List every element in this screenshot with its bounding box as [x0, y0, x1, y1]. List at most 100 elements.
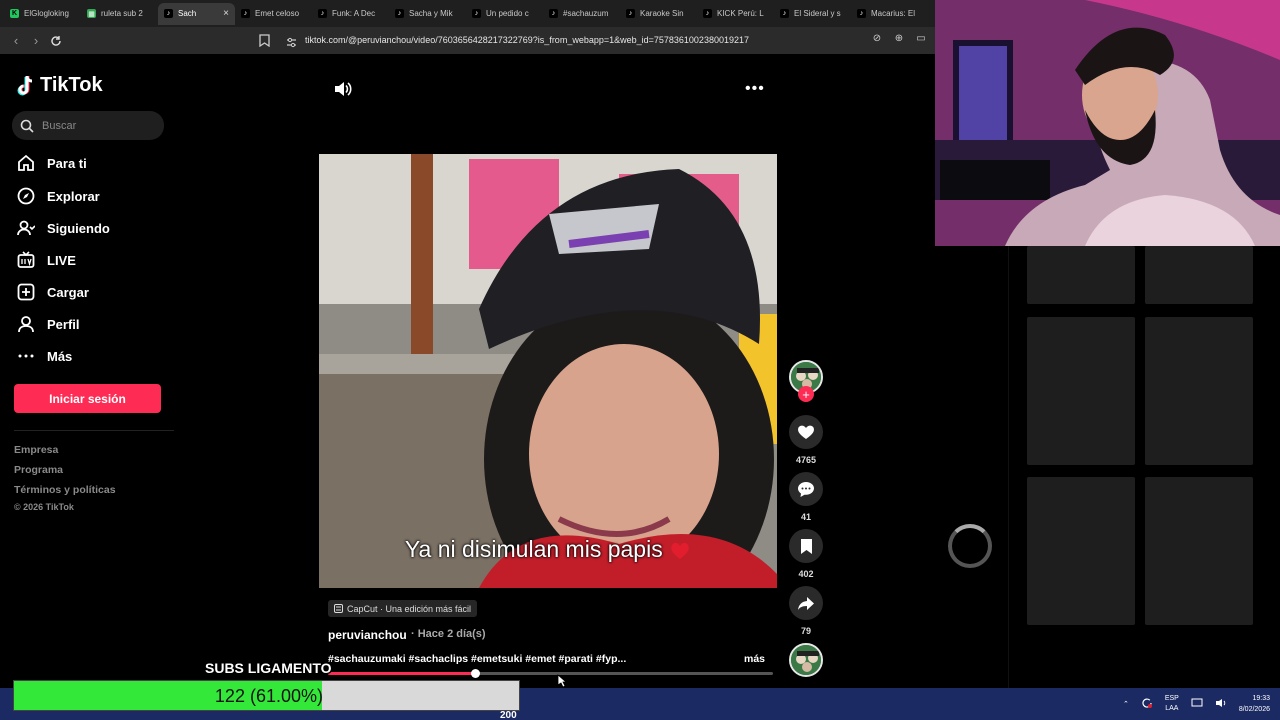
video-player[interactable]: Ya ni disimulan mis papis — [319, 154, 777, 588]
tab-label: Funk: A Dec — [332, 9, 376, 18]
browser-tab[interactable]: ♪ Un pedido c — [466, 3, 543, 25]
like-button[interactable] — [789, 415, 823, 449]
url-field[interactable]: tiktok.com/@peruvianchou/video/760365642… — [305, 35, 749, 45]
sheets-favicon-icon: ▦ — [87, 9, 96, 18]
tab-label: ElGlogloking — [24, 9, 69, 18]
webcam-overlay — [935, 0, 1280, 246]
lang-code: ESP — [1164, 695, 1179, 702]
reload-icon[interactable] — [46, 31, 66, 51]
video-thumbnail[interactable] — [1027, 317, 1135, 465]
video-thumbnail[interactable] — [1145, 246, 1253, 304]
more-description-link[interactable]: más — [744, 653, 765, 665]
progress-knob[interactable] — [470, 669, 480, 678]
volume-icon[interactable] — [334, 81, 352, 102]
capcut-badge[interactable]: CapCut · Una edición más fácil — [328, 600, 478, 617]
kick-favicon-icon: K — [10, 9, 19, 18]
chevron-up-icon[interactable]: ⌃ — [1123, 700, 1129, 708]
footer-link-company[interactable]: Empresa — [14, 444, 58, 456]
browser-tab[interactable]: ♪ #sachauzum — [543, 3, 620, 25]
subs-goal-title: SUBS LIGAMENTO — [205, 660, 332, 676]
nav-item-label: Cargar — [47, 284, 89, 300]
footer-link-program[interactable]: Programa — [14, 464, 63, 476]
live-icon — [17, 251, 35, 269]
tracking-icon[interactable]: ⊘ — [871, 32, 883, 44]
sync-icon[interactable] — [1141, 697, 1153, 711]
browser-tab[interactable]: ♪ Macarius: El — [851, 3, 928, 25]
share-button[interactable] — [789, 586, 823, 620]
logo-text: TikTok — [40, 74, 103, 96]
nav-item-home[interactable]: Para ti — [17, 154, 87, 172]
comment-button[interactable] — [789, 472, 823, 506]
video-progress-bar[interactable] — [328, 669, 773, 678]
author-name[interactable]: peruvianchou — [328, 628, 407, 642]
tiktok-favicon-icon: ♪ — [549, 9, 558, 18]
footer-link-terms[interactable]: Términos y políticas — [14, 484, 116, 496]
comment-count: 41 — [800, 512, 811, 522]
more-options-icon[interactable]: ••• — [745, 80, 765, 98]
follow-plus-button[interactable]: + — [798, 386, 814, 402]
login-button[interactable]: Iniciar sesión — [14, 384, 161, 413]
tiktok-logo[interactable]: TikTok — [16, 74, 103, 97]
tiktok-favicon-icon: ♪ — [318, 9, 327, 18]
video-hashtags[interactable]: #sachauzumaki #sachaclips #emetsuki #eme… — [328, 653, 626, 665]
video-caption: Ya ni disimulan mis papis — [319, 536, 777, 563]
search-input[interactable] — [42, 119, 152, 132]
clock-time: 19:33 — [1252, 695, 1270, 702]
back-icon[interactable]: ‹ — [6, 31, 26, 51]
tiktok-favicon-icon: ♪ — [472, 9, 481, 18]
address-bar: ‹ › tiktok.com/@peruvianchou/video/76036… — [0, 27, 935, 54]
nav-item-label: Perfil — [47, 316, 80, 332]
tiktok-favicon-icon: ♪ — [857, 9, 866, 18]
browser-tab[interactable]: ♪ Sacha y Mik — [389, 3, 466, 25]
nav-item-profile[interactable]: Perfil — [17, 315, 80, 333]
network-icon[interactable] — [1191, 698, 1203, 710]
video-thumbnail[interactable] — [1027, 246, 1135, 304]
browser-tab[interactable]: ♪ KICK Perú: L — [697, 3, 774, 25]
browser-tab[interactable]: ▦ ruleta sub 2 — [81, 3, 158, 25]
browser-tab[interactable]: ♪ Funk: A Dec — [312, 3, 389, 25]
browser-tab[interactable]: ♪ Karaoke Sin — [620, 3, 697, 25]
compass-icon — [17, 187, 35, 205]
tab-label: Karaoke Sin — [640, 9, 684, 18]
browser-tab[interactable]: ♪ Sach × — [158, 2, 235, 25]
profile-icon — [17, 315, 35, 333]
comment-icon — [798, 481, 814, 497]
cast-icon[interactable]: ▭ — [915, 32, 927, 44]
nav-item-live[interactable]: LIVE — [17, 251, 76, 269]
search-box[interactable] — [12, 111, 164, 140]
nav-item-compass[interactable]: Explorar — [17, 187, 100, 205]
language-indicator[interactable]: ESP LAA — [1165, 694, 1179, 714]
tab-label: Sach — [178, 9, 197, 18]
video-thumbnail[interactable] — [1027, 477, 1135, 625]
tiktok-favicon-icon: ♪ — [395, 9, 404, 18]
save-button[interactable] — [789, 529, 823, 563]
tiktok-favicon-icon: ♪ — [703, 9, 712, 18]
capcut-icon — [334, 604, 343, 613]
zoom-icon[interactable]: ⊕ — [893, 32, 905, 44]
nav-item-more[interactable]: Más — [17, 347, 72, 365]
clock[interactable]: 19:33 8/02/2026 — [1239, 693, 1270, 715]
subs-goal-bar: 122 (61.00%) — [13, 680, 520, 711]
nav-item-following[interactable]: Siguiendo — [17, 219, 110, 237]
share-count: 79 — [800, 626, 811, 636]
close-tab-icon[interactable]: × — [223, 8, 229, 19]
save-count: 402 — [798, 569, 814, 579]
site-info-icon[interactable] — [286, 35, 297, 53]
video-thumbnail[interactable] — [1145, 317, 1253, 465]
subs-goal-text: 122 (61.00%) — [214, 686, 323, 706]
speaker-icon[interactable] — [1215, 698, 1227, 710]
nav-item-upload[interactable]: Cargar — [17, 283, 89, 301]
browser-tab[interactable]: ♪ El Sideral y s — [774, 3, 851, 25]
sound-avatar[interactable] — [789, 643, 823, 677]
forward-icon[interactable]: › — [26, 31, 46, 51]
search-icon — [20, 119, 34, 133]
post-time: · Hace 2 día(s) — [411, 628, 486, 640]
tiktok-favicon-icon: ♪ — [241, 9, 250, 18]
share-icon — [798, 596, 814, 610]
video-thumbnail[interactable] — [1145, 477, 1253, 625]
nav-item-label: Explorar — [47, 188, 100, 204]
browser-tab[interactable]: ♪ Emet celoso — [235, 3, 312, 25]
browser-tab[interactable]: K ElGlogloking — [4, 3, 81, 25]
progress-fill — [328, 672, 475, 675]
bookmark-icon[interactable] — [259, 34, 270, 52]
